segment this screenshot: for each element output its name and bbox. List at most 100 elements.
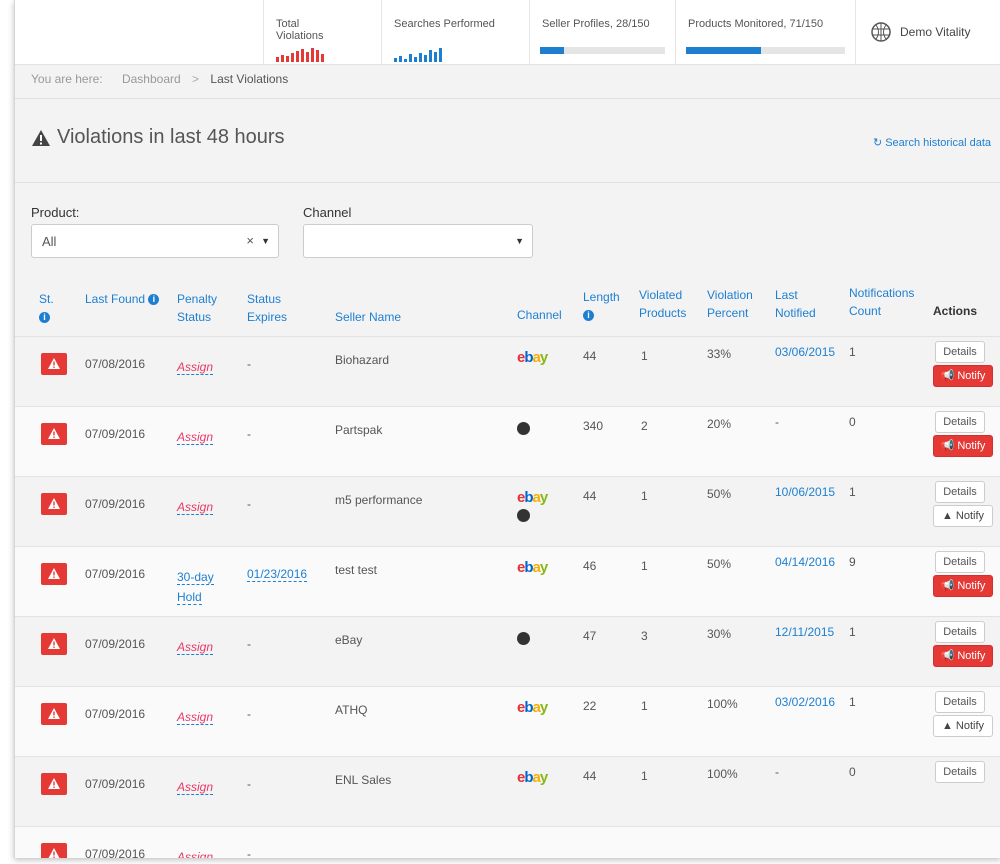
details-button[interactable]: Details bbox=[935, 341, 985, 363]
length-cell: 46 bbox=[583, 559, 597, 573]
penalty-status-link[interactable]: Assign bbox=[177, 360, 214, 375]
web-channel-cell bbox=[517, 422, 530, 438]
column-header-violated-products[interactable]: Violated Products bbox=[639, 286, 701, 322]
stat-seller-profiles[interactable]: Seller Profiles, 28/150 bbox=[529, 0, 675, 64]
penalty-status-link[interactable]: Assign bbox=[177, 780, 214, 795]
violated-products-cell: 1 bbox=[641, 559, 648, 573]
penalty-status-link[interactable]: Assign bbox=[177, 500, 214, 515]
table-row[interactable]: 07/09/2016 Assign - m5 performance ebay 44 1 50… bbox=[15, 476, 1000, 547]
penalty-status-cell[interactable]: Assign bbox=[177, 777, 237, 797]
user-menu[interactable]: Demo Vitality bbox=[855, 0, 1000, 64]
stat-label: Total Violations bbox=[276, 18, 324, 42]
status-expires-cell: 01/23/2016 bbox=[247, 567, 308, 582]
seller-name-cell: Biohazard bbox=[335, 353, 390, 367]
status-expires-value: 01/23/2016 bbox=[247, 567, 308, 582]
penalty-status-link[interactable]: 30-day Hold bbox=[177, 570, 214, 605]
table-row[interactable]: 07/08/2016 Assign - Biohazard ebay 44 1 33% 03/0… bbox=[15, 336, 1000, 407]
penalty-status-cell[interactable]: 30-day Hold bbox=[177, 567, 237, 607]
status-expires-cell: - bbox=[247, 707, 251, 721]
ebay-logo-icon: ebay bbox=[517, 559, 548, 576]
length-cell: 340 bbox=[583, 419, 604, 433]
penalty-status-link[interactable]: Assign bbox=[177, 430, 214, 445]
penalty-status-cell[interactable]: Assign bbox=[177, 357, 237, 377]
seller-name-cell: Partspak bbox=[335, 423, 383, 437]
last-notified-cell: - bbox=[775, 765, 779, 779]
column-header-length[interactable]: Length i bbox=[583, 288, 633, 324]
notify-button[interactable]: 📢 Notify bbox=[933, 645, 993, 667]
column-header-penalty-status[interactable]: Penalty Status bbox=[177, 290, 237, 326]
details-button[interactable]: Details bbox=[935, 691, 985, 713]
penalty-status-cell[interactable]: Assign bbox=[177, 427, 237, 447]
penalty-status-link[interactable]: Assign bbox=[177, 640, 214, 655]
details-button[interactable]: Details bbox=[935, 411, 985, 433]
last-notified-cell[interactable]: 12/11/2015 bbox=[775, 625, 834, 639]
column-header-last-notified[interactable]: Last Notified bbox=[775, 286, 835, 322]
violation-percent-cell: 100% bbox=[707, 697, 738, 711]
details-button[interactable]: Details bbox=[935, 621, 985, 643]
status-expires-value: - bbox=[247, 497, 251, 511]
stat-total-violations[interactable]: Total Violations bbox=[263, 0, 381, 64]
violation-percent-cell: 33% bbox=[707, 347, 732, 361]
column-header-channel[interactable]: Channel bbox=[517, 306, 577, 324]
violation-percent-cell: 50% bbox=[707, 487, 732, 501]
sparkline-bar bbox=[311, 48, 314, 62]
clear-icon[interactable]: × bbox=[246, 233, 254, 248]
notify-button-label: Notify bbox=[957, 370, 986, 382]
penalty-status-link[interactable]: Assign bbox=[177, 710, 214, 725]
status-expires-value: - bbox=[247, 847, 251, 858]
details-button[interactable]: Details bbox=[935, 761, 985, 783]
product-filter-value: All bbox=[42, 234, 57, 249]
sparkline-bar bbox=[409, 54, 412, 62]
stat-products-monitored[interactable]: Products Monitored, 71/150 bbox=[675, 0, 855, 64]
header-label: Length bbox=[583, 290, 620, 304]
status-expires-cell: - bbox=[247, 847, 251, 858]
seller-name-cell: ATHQ bbox=[335, 703, 368, 717]
notify-button[interactable]: ▲ Notify bbox=[933, 505, 993, 527]
last-notified-cell[interactable]: 03/06/2015 bbox=[775, 345, 835, 359]
details-button[interactable]: Details bbox=[935, 481, 985, 503]
table-row[interactable]: 07/09/2016 Assign - ENL Sales ebay 44 1 100% - 0 D… bbox=[15, 756, 1000, 827]
channel-cell bbox=[517, 419, 530, 438]
penalty-status-cell[interactable]: Assign bbox=[177, 847, 237, 858]
table-row[interactable]: 07/09/2016 30-day Hold 01/23/2016 test test… bbox=[15, 546, 1000, 617]
last-notified-cell[interactable]: 10/06/2015 bbox=[775, 485, 835, 499]
last-notified-cell[interactable]: 03/02/2016 bbox=[775, 695, 835, 709]
warning-icon bbox=[48, 778, 60, 789]
table-row[interactable]: 07/09/2016 Assign - ATHQ ebay 22 1 100% 03/02/20… bbox=[15, 686, 1000, 757]
notify-button[interactable]: ▲ Notify bbox=[933, 715, 993, 737]
megaphone-icon: 📢 bbox=[940, 650, 955, 662]
details-button[interactable]: Details bbox=[935, 551, 985, 573]
column-header-status-expires[interactable]: Status Expires bbox=[247, 290, 307, 326]
stat-searches-performed[interactable]: Searches Performed bbox=[381, 0, 529, 64]
column-header-notifications-count[interactable]: Notifications Count bbox=[849, 284, 929, 320]
column-header-violation-percent[interactable]: Violation Percent bbox=[707, 286, 767, 322]
table-row[interactable]: 07/09/2016 Assign - eBay 47 3 30% 12/11/2015 1 De… bbox=[15, 616, 1000, 687]
table-row[interactable]: 07/09/2016 Assign - bbox=[15, 826, 1000, 858]
notify-button[interactable]: 📢 Notify bbox=[933, 575, 993, 597]
ebay-logo-icon: ebay bbox=[517, 769, 548, 786]
sparkline-bar bbox=[276, 57, 279, 62]
penalty-status-link[interactable]: Assign bbox=[177, 850, 214, 858]
last-notified-cell[interactable]: 04/14/2016 bbox=[775, 555, 835, 569]
seller-name-cell: ENL Sales bbox=[335, 773, 392, 787]
search-historical-label: Search historical data bbox=[885, 137, 991, 149]
channel-filter-select[interactable]: ▼ bbox=[303, 224, 533, 258]
penalty-status-cell[interactable]: Assign bbox=[177, 497, 237, 517]
column-header-last-found[interactable]: Last Found i bbox=[85, 290, 165, 308]
column-header-seller-name[interactable]: Seller Name bbox=[335, 308, 455, 326]
notify-button[interactable]: 📢 Notify bbox=[933, 435, 993, 457]
warning-icon bbox=[48, 848, 60, 858]
breadcrumb-dashboard[interactable]: Dashboard bbox=[122, 72, 181, 86]
sparkline-bar bbox=[394, 58, 397, 62]
penalty-status-cell[interactable]: Assign bbox=[177, 707, 237, 727]
web-channel-cell bbox=[517, 632, 530, 648]
notify-button[interactable]: 📢 Notify bbox=[933, 365, 993, 387]
notifications-count-cell: 0 bbox=[849, 765, 856, 779]
product-filter-select[interactable]: All × ▼ bbox=[31, 224, 279, 258]
table-row[interactable]: 07/09/2016 Assign - Partspak 340 2 20% - 0 Detail… bbox=[15, 406, 1000, 477]
globe-icon bbox=[517, 509, 530, 522]
column-header-status[interactable]: St. i bbox=[39, 290, 69, 326]
search-historical-link[interactable]: ↻ Search historical data bbox=[873, 136, 991, 149]
penalty-status-cell[interactable]: Assign bbox=[177, 637, 237, 657]
length-cell: 44 bbox=[583, 769, 597, 783]
